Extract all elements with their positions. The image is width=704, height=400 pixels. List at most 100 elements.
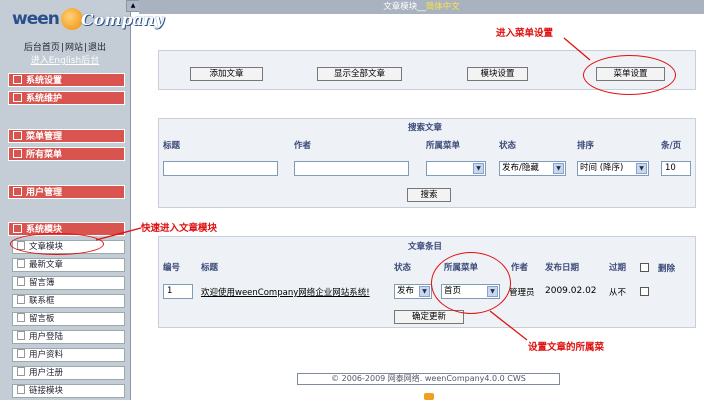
page-title-bar: 文章模块__简体中文 — [139, 0, 704, 14]
col-header-expire: 过期 — [609, 263, 627, 273]
article-status-value: 发布 — [397, 286, 415, 296]
plus-icon — [13, 93, 22, 102]
english-admin-link[interactable]: 进入English后台 — [0, 53, 130, 66]
doc-icon — [17, 349, 25, 358]
col-header-author: 作者 — [511, 263, 529, 273]
annotation-ellipse-article-module — [10, 233, 104, 255]
group-label: 菜单管理 — [26, 132, 63, 142]
search-header-per-page: 条/页 — [661, 141, 682, 151]
page-title: 文章模块__ — [383, 2, 426, 12]
col-header-num: 编号 — [163, 263, 181, 273]
plus-icon — [13, 131, 22, 140]
collapse-sidebar-button[interactable]: ▲ — [126, 0, 140, 12]
module-item-label: 留言簿 — [29, 278, 55, 288]
module-item-label: 用户资料 — [29, 350, 64, 360]
doc-icon — [17, 367, 25, 376]
module-item-login[interactable]: 用户登陆 — [12, 330, 125, 344]
doc-icon — [17, 277, 25, 286]
module-item-links[interactable]: 链接模块 — [12, 384, 125, 398]
search-title-input[interactable] — [163, 161, 278, 176]
article-author: 管理员 — [509, 288, 535, 298]
col-header-status: 状态 — [394, 263, 412, 273]
bottom-logo-icon — [424, 393, 434, 400]
module-item-latest[interactable]: 最新文章 — [12, 258, 125, 272]
footer-copyright: © 2006-2009 网泰网络. weenCompany4.0.0 CWS — [297, 373, 560, 385]
group-menu-manage[interactable]: 菜单管理 — [8, 129, 125, 143]
module-settings-button[interactable]: 模块设置 — [467, 67, 528, 81]
doc-icon — [17, 331, 25, 340]
site-link[interactable]: 网站 — [65, 43, 83, 53]
search-status-select[interactable]: 发布/隐藏 ▼ — [499, 161, 566, 176]
logout-link[interactable]: 退出 — [88, 43, 106, 53]
chevron-down-icon: ▼ — [473, 163, 484, 174]
group-label: 系统维护 — [26, 94, 63, 104]
select-all-checkbox[interactable] — [640, 263, 649, 272]
annotation-menu-settings: 进入菜单设置 — [496, 28, 554, 39]
module-item-label: 最新文章 — [29, 260, 64, 270]
module-item-profile[interactable]: 用户资料 — [12, 348, 125, 362]
annotation-quick-module: 快速进入文章模块 — [141, 223, 218, 234]
module-item-label: 留言板 — [29, 314, 55, 324]
search-header-status: 状态 — [499, 141, 517, 151]
home-link[interactable]: 后台首页 — [24, 43, 60, 53]
module-item-guestbook[interactable]: 留言簿 — [12, 276, 125, 290]
show-all-articles-button[interactable]: 显示全部文章 — [317, 67, 402, 81]
group-user-manage[interactable]: 用户管理 — [8, 185, 125, 199]
search-panel-title: 搜索文章 — [408, 123, 443, 133]
annotation-ellipse-menu-settings — [583, 55, 676, 95]
top-links: 后台首页|网站|退出 进入English后台 — [0, 40, 130, 66]
article-order-input[interactable]: 1 — [163, 284, 193, 299]
doc-icon — [17, 295, 25, 304]
module-item-label: 用户注册 — [29, 368, 64, 378]
per-page-input[interactable]: 10 — [661, 161, 691, 176]
article-status-select[interactable]: 发布 ▼ — [394, 284, 432, 299]
article-title-link[interactable]: 欢迎使用weenCompany网络企业网站系统! — [201, 286, 370, 298]
search-header-sort: 排序 — [577, 141, 595, 151]
confirm-update-button[interactable]: 确定更新 — [394, 310, 464, 324]
doc-icon — [17, 385, 25, 394]
col-header-title: 标题 — [201, 263, 219, 273]
module-item-register[interactable]: 用户注册 — [12, 366, 125, 380]
search-sort-select[interactable]: 时间 (降序) ▼ — [577, 161, 649, 176]
article-delete-checkbox[interactable] — [640, 287, 649, 296]
group-system-maintain[interactable]: 系统维护 — [8, 91, 125, 105]
chevron-down-icon: ▼ — [419, 286, 430, 297]
module-item-label: 联系框 — [29, 296, 55, 306]
group-label: 系统设置 — [26, 76, 63, 86]
search-button[interactable]: 搜索 — [407, 188, 451, 202]
search-menu-select[interactable]: ▼ — [426, 161, 486, 176]
add-article-button[interactable]: 添加文章 — [190, 67, 263, 81]
group-system-settings[interactable]: 系统设置 — [8, 73, 125, 87]
chevron-down-icon: ▼ — [553, 163, 564, 174]
module-item-label: 用户登陆 — [29, 332, 64, 342]
module-item-messageboard[interactable]: 留言板 — [12, 312, 125, 326]
language-label: 简体中文 — [425, 2, 460, 12]
module-item-label: 链接模块 — [29, 386, 64, 396]
plus-icon — [13, 187, 22, 196]
doc-icon — [17, 313, 25, 322]
search-header-menu: 所属菜单 — [426, 141, 461, 151]
logo-circle-icon — [60, 8, 83, 30]
article-expire: 从不 — [609, 288, 627, 298]
search-sort-value: 时间 (降序) — [580, 163, 624, 173]
module-item-contact[interactable]: 联系框 — [12, 294, 125, 308]
annotation-article-menu: 设置文章的所属菜 — [528, 342, 605, 353]
search-header-title: 标题 — [163, 141, 181, 151]
annotation-ellipse-menu-select — [431, 252, 511, 314]
article-date: 2009.02.02 — [545, 286, 597, 296]
plus-icon — [13, 149, 22, 158]
search-header-author: 作者 — [294, 141, 312, 151]
group-label: 所有菜单 — [26, 150, 63, 160]
minus-icon — [13, 224, 22, 233]
chevron-down-icon: ▼ — [636, 163, 647, 174]
articles-panel-title: 文章条目 — [408, 242, 443, 252]
logo-text-ween: ween — [12, 9, 60, 29]
group-all-menus[interactable]: 所有菜单 — [8, 147, 125, 161]
search-author-input[interactable] — [294, 161, 409, 176]
search-status-value: 发布/隐藏 — [502, 163, 539, 173]
col-header-date: 发布日期 — [545, 263, 580, 273]
col-header-delete: 删除 — [658, 264, 676, 274]
doc-icon — [17, 259, 25, 268]
group-label: 用户管理 — [26, 188, 63, 198]
plus-icon — [13, 75, 22, 84]
